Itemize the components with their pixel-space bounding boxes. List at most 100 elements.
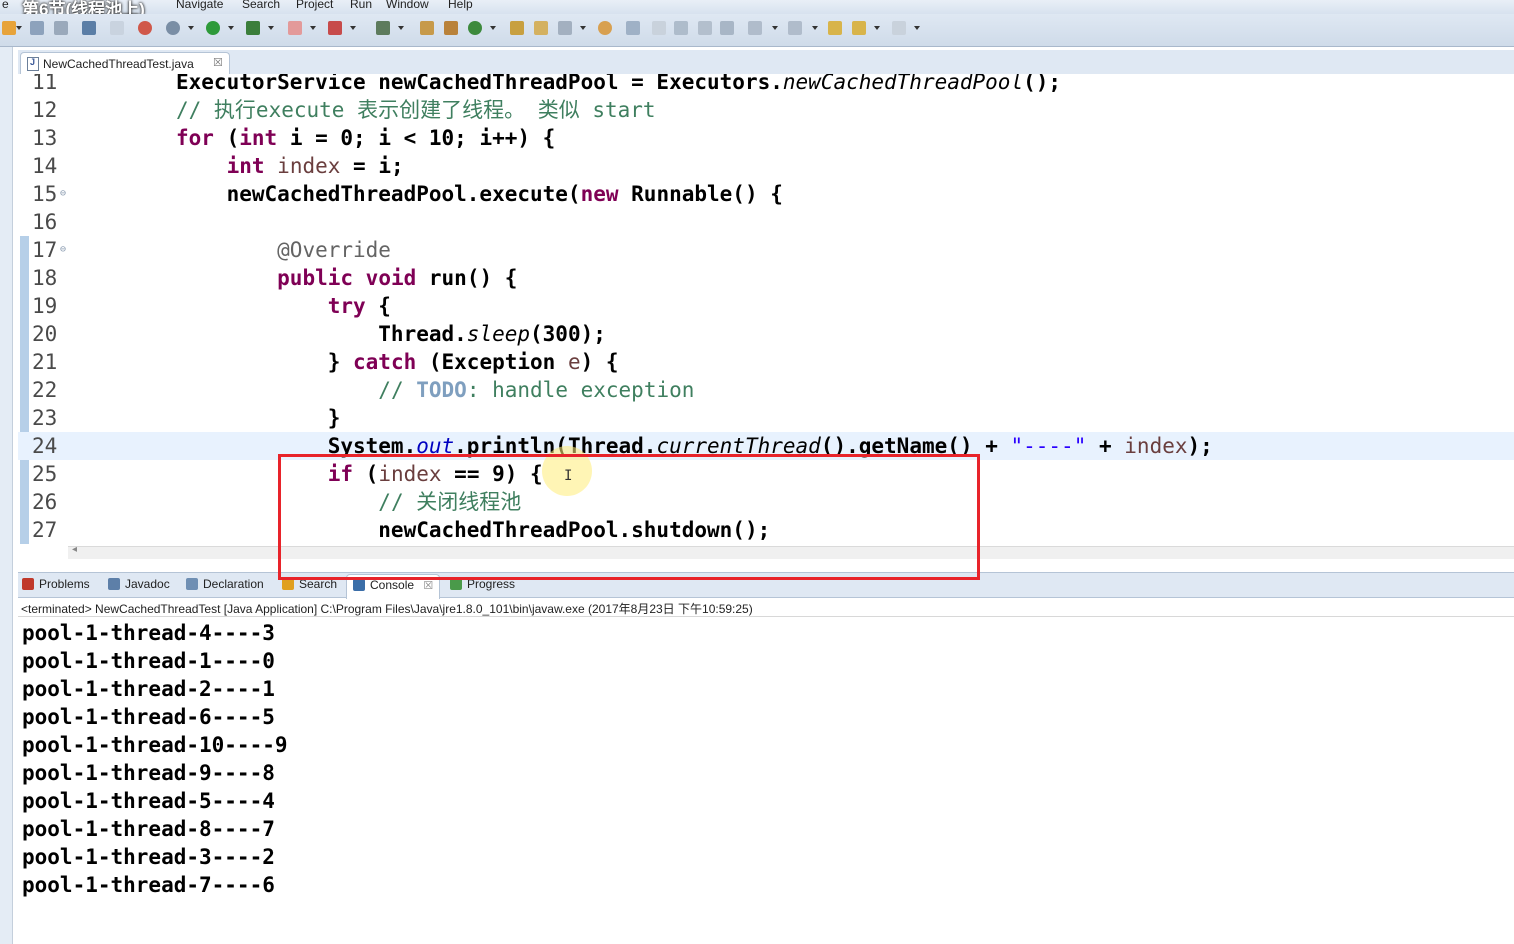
show-whitespace-icon[interactable] — [698, 21, 712, 35]
code-token: } — [176, 406, 341, 430]
console-output-line: pool-1-thread-9----8 — [22, 761, 275, 785]
console-output-line: pool-1-thread-8----7 — [22, 817, 275, 841]
new-class-icon[interactable] — [444, 21, 458, 35]
annotation-highlight-box — [278, 454, 980, 580]
code-line[interactable]: 17 ⊖ @Override — [18, 236, 1514, 264]
code-line[interactable]: 23 } — [18, 404, 1514, 432]
previous-annotation-icon[interactable] — [788, 21, 802, 35]
debug-perspective-icon[interactable] — [138, 21, 152, 35]
console-status-bar: <terminated> NewCachedThreadTest [Java A… — [18, 598, 1514, 617]
editor-tab-bar: NewCachedThreadTest.java ☒ — [18, 50, 1514, 75]
block-selection-icon[interactable] — [720, 21, 734, 35]
code-token: ( — [213, 126, 240, 150]
new-package-icon[interactable] — [420, 21, 434, 35]
tab-problems[interactable]: Problems — [22, 577, 90, 591]
console-output-line: pool-1-thread-10----9 — [22, 733, 288, 757]
line-number: 20 — [32, 322, 58, 346]
new-icon[interactable] — [2, 21, 16, 35]
debug-icon[interactable] — [166, 21, 180, 35]
run-icon[interactable] — [206, 21, 220, 35]
tab-declaration[interactable]: Declaration — [186, 577, 264, 591]
code-line[interactable]: 20 Thread.sleep(300); — [18, 320, 1514, 348]
chevron-down-icon[interactable] — [490, 26, 496, 30]
mark-occurrences-icon[interactable] — [674, 21, 688, 35]
new-java-project-icon[interactable] — [376, 21, 390, 35]
code-line[interactable]: 16 — [18, 208, 1514, 236]
fold-toggle-icon[interactable]: ⊖ — [60, 236, 66, 264]
code-line[interactable]: 13 for (int i = 0; i < 10; i++) { — [18, 124, 1514, 152]
scroll-left-icon[interactable]: ◂ — [72, 544, 77, 555]
chevron-down-icon[interactable] — [772, 26, 778, 30]
open-folder-icon[interactable] — [598, 21, 612, 35]
save-icon[interactable] — [30, 21, 44, 35]
code-line[interactable]: 14 int index = i; — [18, 152, 1514, 180]
code-token: newCachedThreadPool — [782, 74, 1024, 94]
code-text: @Override — [176, 236, 391, 264]
code-token: (); — [1023, 74, 1062, 94]
editor-tab-newcachedthreadtest[interactable]: NewCachedThreadTest.java ☒ — [20, 52, 230, 75]
terminal-icon[interactable] — [82, 21, 96, 35]
refresh-icon[interactable] — [468, 21, 482, 35]
line-number: 23 — [32, 406, 58, 430]
chevron-down-icon[interactable] — [188, 26, 194, 30]
code-token: run() { — [416, 266, 518, 290]
fold-toggle-icon[interactable]: ⊖ — [60, 180, 66, 208]
code-line[interactable]: 19 try { — [18, 292, 1514, 320]
chevron-down-icon[interactable] — [874, 26, 880, 30]
menu-item-search[interactable]: Search — [242, 0, 280, 11]
menu-item-edit[interactable]: e — [2, 0, 9, 11]
open-task-icon[interactable] — [534, 21, 548, 35]
line-number: 17 — [32, 238, 58, 262]
menu-item-project[interactable]: Project — [296, 0, 333, 11]
code-line[interactable]: 11 ExecutorService newCachedThreadPool = … — [18, 74, 1514, 96]
chevron-down-icon[interactable] — [812, 26, 818, 30]
chevron-down-icon[interactable] — [350, 26, 356, 30]
tab-javadoc[interactable]: Javadoc — [108, 577, 170, 591]
back-icon[interactable] — [852, 21, 866, 35]
chevron-down-icon[interactable] — [914, 26, 920, 30]
chevron-down-icon[interactable] — [16, 26, 22, 30]
console-output[interactable]: pool-1-thread-4----3 pool-1-thread-1----0… — [18, 617, 1514, 944]
code-line[interactable]: 22 // TODO: handle exception — [18, 376, 1514, 404]
next-annotation-icon[interactable] — [748, 21, 762, 35]
coverage-icon[interactable] — [246, 21, 260, 35]
menu-item-navigate[interactable]: Navigate — [176, 0, 223, 11]
external-tools-icon[interactable] — [328, 21, 342, 35]
code-token: (300); — [530, 322, 606, 346]
stop-icon[interactable] — [288, 21, 302, 35]
code-text: Thread.sleep(300); — [176, 320, 606, 348]
pin-icon[interactable] — [626, 21, 640, 35]
chevron-down-icon[interactable] — [310, 26, 316, 30]
close-icon[interactable]: ☒ — [213, 56, 223, 69]
chevron-down-icon[interactable] — [268, 26, 274, 30]
forward-icon[interactable] — [892, 21, 906, 35]
console-icon — [353, 579, 365, 591]
close-icon[interactable]: ☒ — [423, 580, 433, 592]
open-type-icon[interactable] — [510, 21, 524, 35]
menu-item-help[interactable]: Help — [448, 0, 473, 11]
video-overlay-title: 第6节(线程池上) — [22, 0, 145, 14]
chevron-down-icon[interactable] — [228, 26, 234, 30]
last-edit-icon[interactable] — [828, 21, 842, 35]
skip-breakpoints-icon[interactable] — [110, 21, 124, 35]
code-line[interactable]: 12 // 执行execute 表示创建了线程。 类似 start — [18, 96, 1514, 124]
line-number: 12 — [32, 98, 58, 122]
code-line[interactable]: 15 ⊖ newCachedThreadPool.execute(new Runn… — [18, 180, 1514, 208]
menu-item-run[interactable]: Run — [350, 0, 372, 11]
code-text: try { — [176, 292, 391, 320]
search-icon[interactable] — [558, 21, 572, 35]
code-token: new — [580, 182, 619, 206]
chevron-down-icon[interactable] — [580, 26, 586, 30]
java-file-icon — [27, 57, 39, 71]
chevron-down-icon[interactable] — [398, 26, 404, 30]
code-text: } — [176, 404, 341, 432]
menu-item-window[interactable]: Window — [386, 0, 429, 11]
code-line[interactable]: 21 } catch (Exception e) { — [18, 348, 1514, 376]
code-line[interactable]: 18 public void run() { — [18, 264, 1514, 292]
annotation-icon[interactable] — [652, 21, 666, 35]
save-all-icon[interactable] — [54, 21, 68, 35]
